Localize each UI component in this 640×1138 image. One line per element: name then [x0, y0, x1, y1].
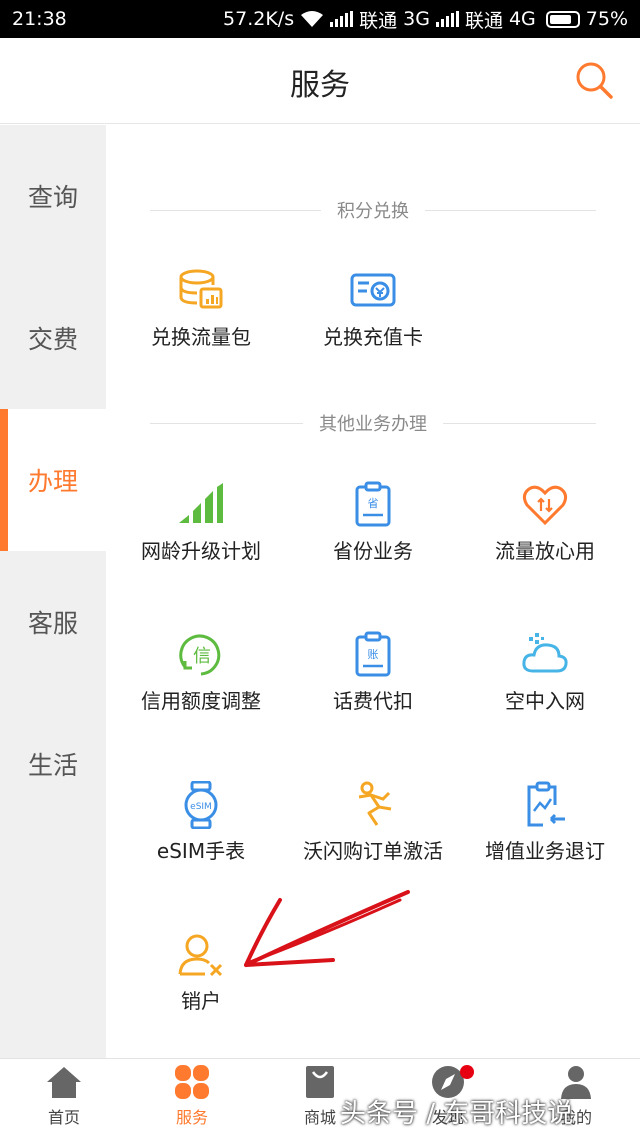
service-item-label: 省份业务 — [333, 539, 413, 563]
service-item-cancel-account[interactable]: 销户 — [112, 931, 290, 1014]
signal-icon — [330, 11, 354, 27]
section-title-text: 积分兑换 — [337, 201, 409, 222]
signal-bars-icon — [179, 483, 223, 523]
status-right: 57.2K/s 联通 3G 联通 4G 75% — [223, 6, 628, 33]
service-item-recharge-card[interactable]: 兑换充值卡 — [284, 267, 462, 350]
watch-icon: eSIM — [184, 781, 218, 829]
section-title-other: 其他业务办理 — [150, 408, 596, 438]
service-item-label: 兑换充值卡 — [323, 325, 423, 349]
watermark: 头条号 / 东哥科技说 — [340, 1099, 574, 1129]
tab-home[interactable]: 首页 — [0, 1059, 128, 1138]
service-item-credit-adjust[interactable]: 信 信用额度调整 — [112, 631, 290, 714]
svg-text:信: 信 — [193, 646, 211, 667]
sidebar-item-payment[interactable]: 交费 — [0, 267, 106, 409]
tab-service[interactable]: 服务 — [128, 1059, 256, 1138]
service-item-label: 流量放心用 — [495, 539, 595, 563]
sidebar-item-query[interactable]: 查询 — [0, 125, 106, 267]
sidebar-item-label: 查询 — [27, 183, 78, 212]
service-item-label: 话费代扣 — [333, 689, 413, 713]
user-cancel-icon — [178, 934, 223, 977]
sidebar-item-handle[interactable]: 办理 — [0, 409, 106, 551]
service-item-label: 沃闪购订单激活 — [303, 839, 443, 863]
service-item-esim-watch[interactable]: eSIM eSIM手表 — [112, 781, 290, 864]
page-header: 服务 — [0, 38, 640, 124]
service-content: 积分兑换 兑换流量包 兑换充值卡 其他业务办理 网龄升级计划 省 省份业务 流量… — [106, 125, 640, 1058]
sidebar-item-label: 交费 — [27, 325, 78, 354]
carrier-1: 联通 — [359, 9, 398, 32]
app-screen: 21:38 57.2K/s 联通 3G 联通 4G 75% 服务 查询 交费 办… — [0, 0, 640, 1138]
battery-icon — [545, 10, 580, 28]
heart-data-icon — [522, 485, 568, 526]
signal-icon-2 — [435, 11, 459, 27]
wifi-icon — [301, 11, 324, 27]
credit-icon: 信 — [179, 634, 221, 676]
unsubscribe-icon — [527, 781, 565, 827]
category-sidebar: 查询 交费 办理 客服 生活 — [0, 125, 106, 1058]
service-item-label: 增值业务退订 — [485, 839, 605, 863]
service-item-bill-deduction[interactable]: 账 话费代扣 — [284, 631, 462, 714]
search-icon[interactable] — [574, 60, 614, 100]
svg-text:eSIM: eSIM — [190, 802, 212, 812]
divider — [150, 422, 303, 424]
service-item-label: 网龄升级计划 — [141, 539, 261, 563]
svg-text:账: 账 — [368, 648, 379, 661]
service-item-label: 信用额度调整 — [141, 689, 261, 713]
page-title: 服务 — [290, 68, 350, 103]
carrier-2: 联通 — [464, 9, 503, 32]
sidebar-item-life[interactable]: 生活 — [0, 693, 106, 835]
bill-clipboard-icon: 账 — [355, 631, 391, 677]
status-time: 21:38 — [12, 8, 67, 30]
section-title-points: 积分兑换 — [150, 195, 596, 225]
network-type-1: 3G — [403, 8, 430, 30]
sidebar-item-label: 客服 — [27, 609, 78, 638]
province-clipboard-icon: 省 — [355, 481, 391, 527]
data-package-icon — [179, 269, 223, 309]
service-item-label: 销户 — [181, 989, 221, 1013]
recharge-card-icon — [350, 273, 396, 307]
home-icon — [47, 1067, 81, 1098]
status-bar: 21:38 57.2K/s 联通 3G 联通 4G 75% — [0, 0, 640, 38]
shopping-bag-icon — [306, 1066, 334, 1098]
service-item-data-worry-free[interactable]: 流量放心用 — [456, 481, 634, 564]
sidebar-item-label: 办理 — [27, 467, 78, 496]
tab-label: 首页 — [47, 1108, 80, 1127]
service-item-vas-unsubscribe[interactable]: 增值业务退订 — [456, 781, 634, 864]
sidebar-item-service[interactable]: 客服 — [0, 551, 106, 693]
grid-icon — [175, 1065, 209, 1099]
running-man-icon — [358, 781, 392, 826]
battery-percent: 75% — [585, 8, 628, 30]
service-item-net-age-upgrade[interactable]: 网龄升级计划 — [112, 481, 290, 564]
divider — [150, 209, 321, 211]
service-item-flash-order-activate[interactable]: 沃闪购订单激活 — [284, 781, 462, 864]
network-speed: 57.2K/s — [223, 8, 295, 30]
svg-text:省: 省 — [368, 497, 379, 510]
section-title-text: 其他业务办理 — [319, 414, 427, 435]
tab-label: 商城 — [303, 1108, 336, 1127]
service-item-data-package[interactable]: 兑换流量包 — [112, 267, 290, 350]
service-item-air-network[interactable]: 空中入网 — [456, 631, 634, 714]
service-item-label: 空中入网 — [505, 689, 585, 713]
cloud-icon — [522, 633, 568, 673]
service-item-label: 兑换流量包 — [151, 325, 251, 349]
sidebar-item-label: 生活 — [27, 751, 78, 780]
notification-badge — [460, 1065, 474, 1079]
service-item-province-business[interactable]: 省 省份业务 — [284, 481, 462, 564]
network-type-2: 4G — [508, 8, 536, 30]
tab-label: 服务 — [175, 1108, 208, 1127]
service-item-label: eSIM手表 — [156, 839, 246, 863]
divider — [443, 422, 596, 424]
divider — [425, 209, 596, 211]
